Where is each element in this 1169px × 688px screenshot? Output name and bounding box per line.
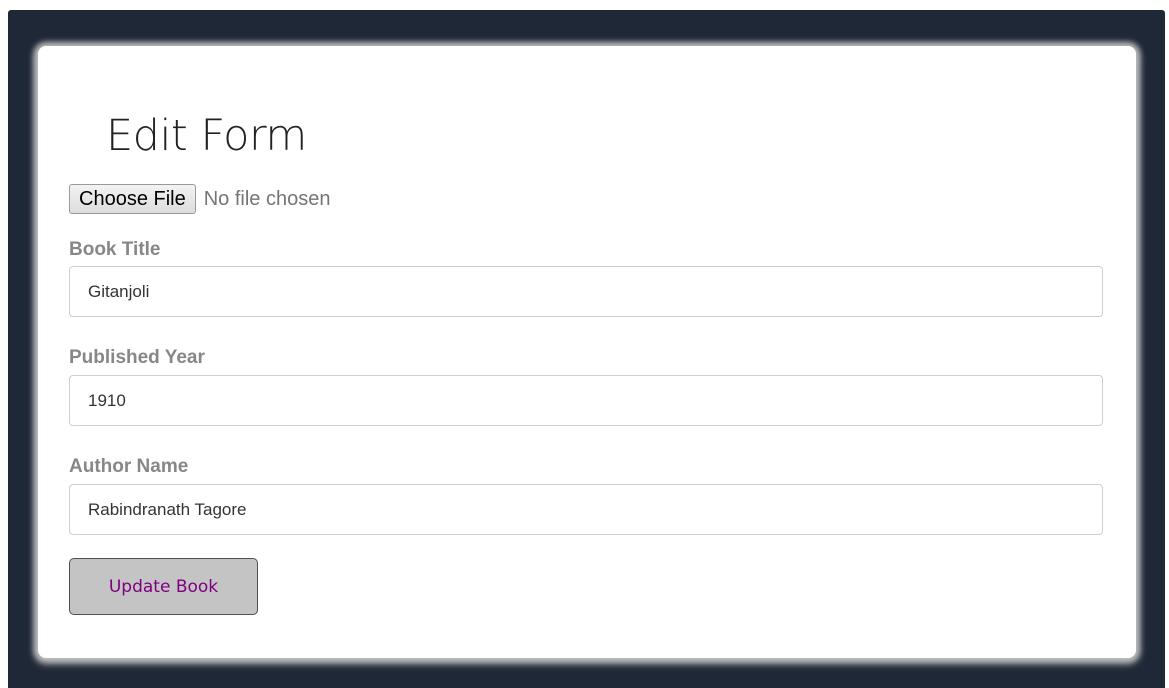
author-name-input[interactable]: Rabindranath Tagore xyxy=(69,484,1103,535)
choose-file-button[interactable]: Choose File xyxy=(69,184,196,214)
edit-form-card: Edit Form Choose File No file chosen Boo… xyxy=(38,46,1136,658)
book-title-input[interactable]: Gitanjoli xyxy=(69,266,1103,317)
published-year-input[interactable]: 1910 xyxy=(69,375,1103,426)
published-year-label: Published Year xyxy=(69,347,205,368)
author-name-label: Author Name xyxy=(69,456,189,477)
update-book-button[interactable]: Update Book xyxy=(69,558,258,615)
file-upload-control: Choose File No file chosen xyxy=(69,182,330,216)
page-title: Edit Form xyxy=(106,111,307,161)
file-status-text: No file chosen xyxy=(203,187,331,210)
book-title-label: Book Title xyxy=(69,239,161,260)
